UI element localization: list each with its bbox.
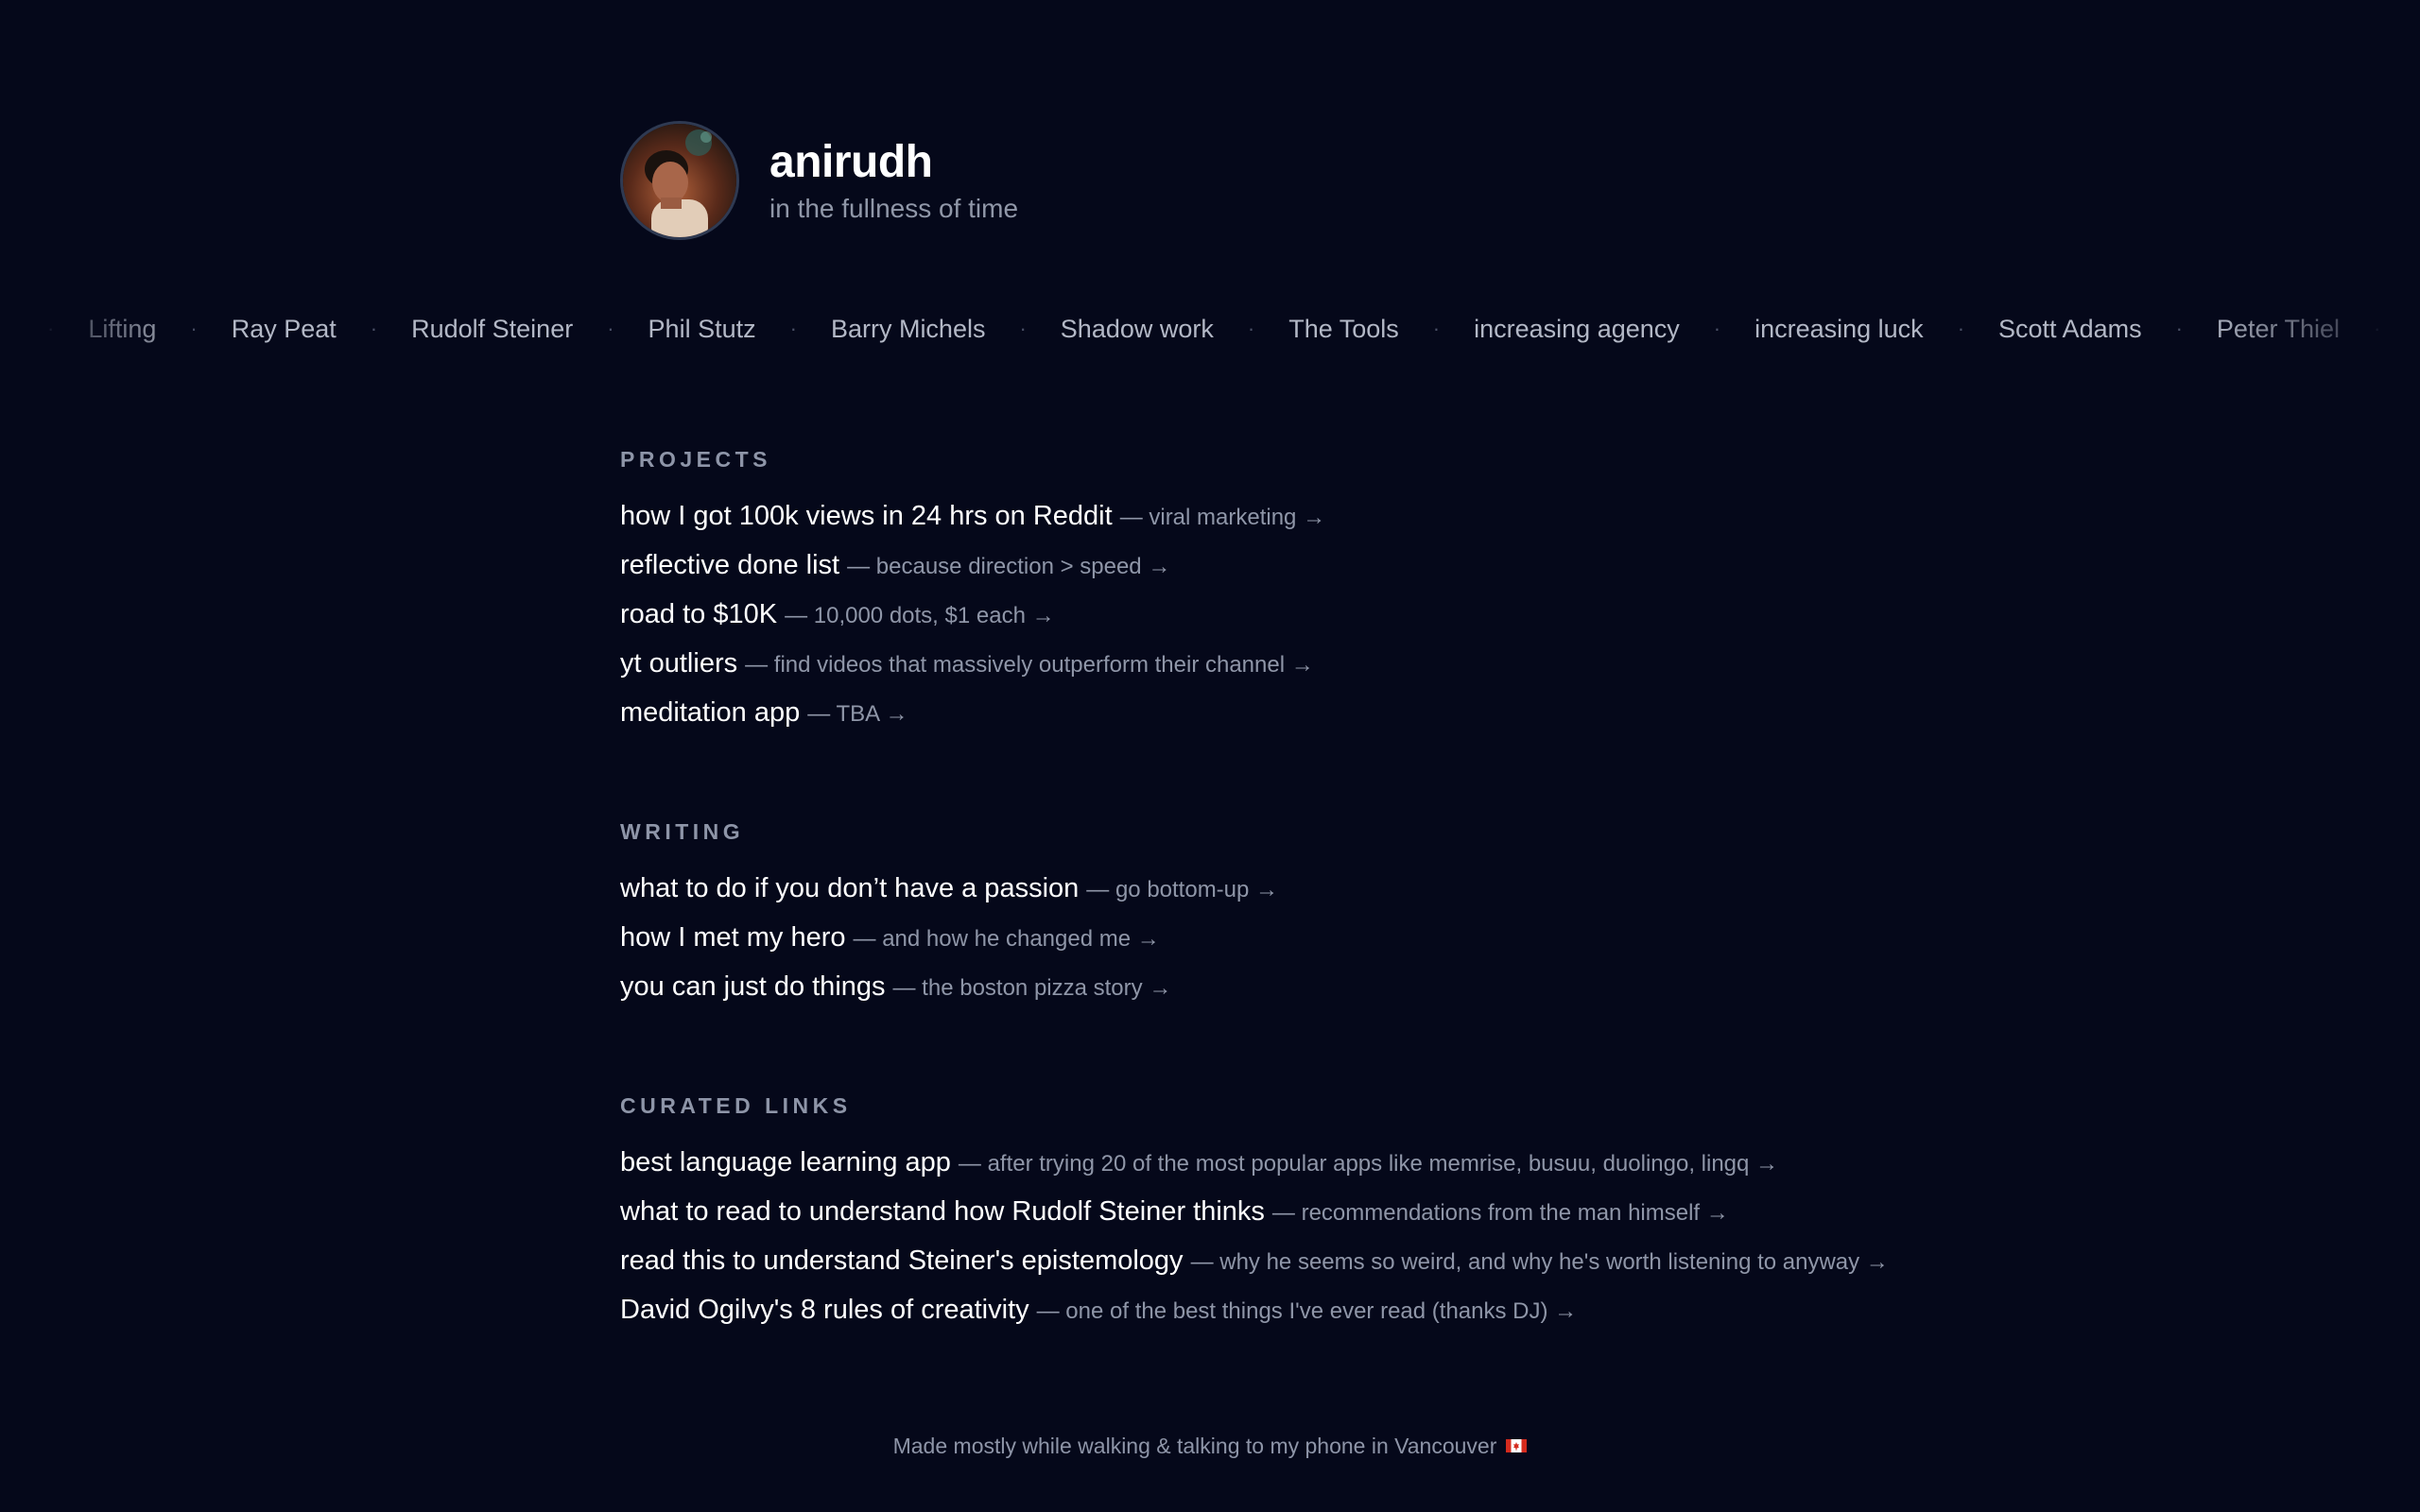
ticker-topic-increasing-luck[interactable]: increasing luck: [1754, 315, 1924, 344]
entry-description[interactable]: — one of the best things I've ever read …: [1037, 1298, 1578, 1324]
entry-link[interactable]: you can just do things: [620, 971, 886, 1002]
profile-header: anirudh in the fullness of time: [620, 121, 1018, 240]
section-heading: WRITING: [620, 819, 745, 844]
entry-description[interactable]: — after trying 20 of the most popular ap…: [959, 1151, 1778, 1177]
curated-links-section: CURATED LINKS best language learning app…: [620, 1091, 1944, 1334]
entry-link[interactable]: David Ogilvy's 8 rules of creativity: [620, 1295, 1029, 1325]
entry-link[interactable]: reflective done list: [620, 550, 839, 580]
entry-link[interactable]: what to read to understand how Rudolf St…: [620, 1196, 1265, 1227]
list-item: what to read to understand how Rudolf St…: [620, 1187, 1944, 1236]
profile-identity: anirudh in the fullness of time: [769, 135, 1018, 226]
entry-description[interactable]: — why he seems so weird, and why he's wo…: [1191, 1249, 1889, 1275]
entry-link[interactable]: what to do if you don’t have a passion: [620, 873, 1079, 903]
footer-text: Made mostly while walking & talking to m…: [892, 1434, 1497, 1458]
entry-link[interactable]: how I met my hero: [620, 922, 846, 953]
ticker-topic-ray-peat[interactable]: Ray Peat: [232, 315, 337, 344]
main-content: PROJECTS how I got 100k views in 24 hrs …: [620, 444, 1944, 1334]
entry-link[interactable]: road to $10K: [620, 599, 777, 629]
section-heading: PROJECTS: [620, 447, 771, 472]
list-item: what to do if you don’t have a passion — …: [620, 864, 1944, 913]
ticker-topic-the-tools[interactable]: The Tools: [1288, 315, 1399, 344]
ticker-separator: ·: [2175, 317, 2183, 340]
entry-description[interactable]: — the boston pizza story →: [893, 975, 1172, 1001]
entry-description[interactable]: — viral marketing →: [1120, 505, 1325, 530]
entry-link[interactable]: how I got 100k views in 24 hrs on Reddit: [620, 501, 1113, 531]
canada-flag-icon: [1506, 1438, 1528, 1452]
ticker-separator: ·: [370, 317, 378, 340]
ticker-topic-shadow-work[interactable]: Shadow work: [1061, 315, 1214, 344]
ticker-separator: ·: [789, 317, 797, 340]
avatar: [620, 121, 739, 240]
entry-description[interactable]: — and how he changed me →: [854, 926, 1160, 952]
ticker-topic-increasing-agency[interactable]: increasing agency: [1474, 315, 1680, 344]
portrait-photo-icon: [623, 124, 736, 237]
entry-description[interactable]: — because direction > speed →: [847, 554, 1170, 579]
entry-link[interactable]: meditation app: [620, 697, 800, 728]
entry-description[interactable]: — recommendations from the man himself →: [1272, 1200, 1729, 1226]
ticker-topic-scott-adams[interactable]: Scott Adams: [1998, 315, 2142, 344]
ticker-topic-phil-stutz[interactable]: Phil Stutz: [648, 315, 756, 344]
list-item: you can just do things — the boston pizza…: [620, 962, 1944, 1011]
entry-description[interactable]: — go bottom-up →: [1086, 877, 1278, 902]
ticker-topic-lifting[interactable]: Lifting: [88, 315, 156, 344]
footer: Made mostly while walking & talking to m…: [0, 1429, 2420, 1463]
ticker-separator: ·: [1713, 317, 1721, 340]
tagline: in the fullness of time: [769, 194, 1019, 223]
ticker-separator: ·: [1019, 317, 1027, 340]
topic-ticker: · Lifting · Ray Peat · Rudolf Steiner · …: [0, 308, 2420, 350]
ticker-topic-peter-thiel[interactable]: Peter Thiel: [2217, 315, 2340, 344]
list-item: David Ogilvy's 8 rules of creativity — on…: [620, 1285, 1944, 1334]
ticker-separator: ·: [190, 317, 198, 340]
ticker-separator: ·: [1957, 317, 1965, 340]
list-item: reflective done list — because direction …: [620, 541, 1944, 590]
ticker-separator: ·: [1432, 317, 1441, 340]
entry-link[interactable]: best language learning app: [620, 1147, 951, 1177]
entry-description[interactable]: — TBA →: [807, 701, 908, 727]
writing-section: WRITING what to do if you don’t have a p…: [620, 816, 1944, 1011]
ticker-topic-rudolf-steiner[interactable]: Rudolf Steiner: [411, 315, 573, 344]
entry-link[interactable]: read this to understand Steiner's episte…: [620, 1246, 1184, 1276]
ticker-separator: ·: [1247, 317, 1255, 340]
entry-link[interactable]: yt outliers: [620, 648, 737, 679]
entry-description[interactable]: — 10,000 dots, $1 each →: [785, 603, 1055, 628]
entry-description[interactable]: — find videos that massively outperform …: [745, 652, 1314, 678]
site-name[interactable]: anirudh: [769, 135, 1018, 190]
list-item: meditation app — TBA →: [620, 688, 1944, 737]
projects-section: PROJECTS how I got 100k views in 24 hrs …: [620, 444, 1944, 737]
list-item: how I got 100k views in 24 hrs on Reddit…: [620, 491, 1944, 541]
page: anirudh in the fullness of time · Liftin…: [0, 0, 2420, 1512]
ticker-separator: ·: [47, 317, 55, 340]
ticker-topic-barry-michels[interactable]: Barry Michels: [831, 315, 986, 344]
ticker-separator: ·: [2374, 317, 2381, 340]
section-heading: CURATED LINKS: [620, 1093, 852, 1118]
list-item: yt outliers — find videos that massively …: [620, 639, 1944, 688]
list-item: best language learning app — after trying…: [620, 1138, 1944, 1187]
list-item: how I met my hero — and how he changed me…: [620, 913, 1944, 962]
list-item: read this to understand Steiner's episte…: [620, 1236, 1944, 1285]
ticker-track: · Lifting · Ray Peat · Rudolf Steiner · …: [13, 315, 2414, 344]
list-item: road to $10K — 10,000 dots, $1 each →: [620, 590, 1944, 639]
ticker-separator: ·: [607, 317, 614, 340]
